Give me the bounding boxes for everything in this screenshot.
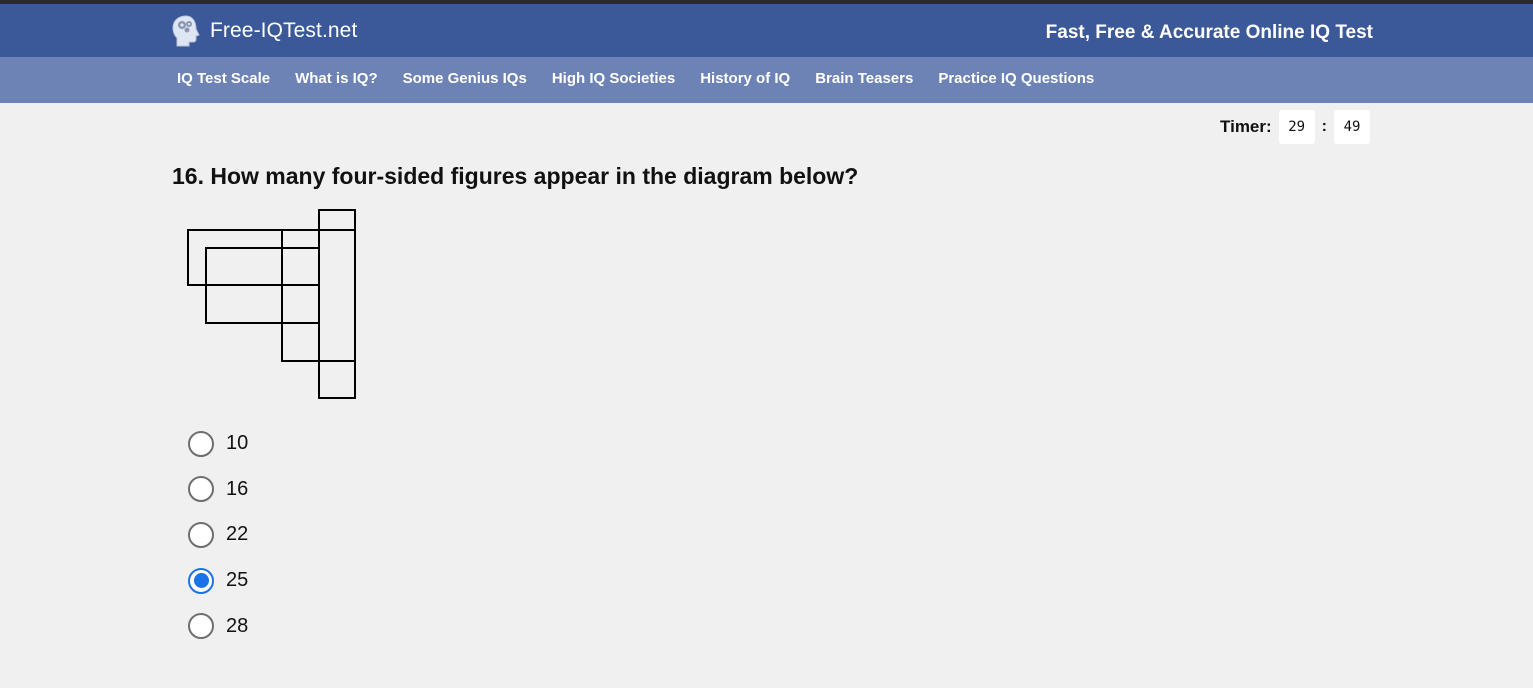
answer-option[interactable]: 28 <box>188 603 248 649</box>
question-text: 16. How many four-sided figures appear i… <box>172 163 859 189</box>
answer-option-label: 25 <box>226 569 249 592</box>
site-tagline: Fast, Free & Accurate Online IQ Test <box>1045 22 1373 43</box>
answer-option[interactable]: 22 <box>188 512 248 558</box>
answer-options: 10 16 22 25 28 <box>188 421 248 649</box>
nav-list: IQ Test Scale What is IQ? Some Genius IQ… <box>177 70 1094 87</box>
radio-button[interactable] <box>188 613 214 640</box>
radio-button[interactable] <box>188 567 214 594</box>
answer-option[interactable]: 10 <box>188 421 248 467</box>
radio-button[interactable] <box>188 430 214 457</box>
radio-button[interactable] <box>188 476 214 503</box>
nav-item-what-is-iq[interactable]: What is IQ? <box>295 70 378 87</box>
timer-minutes: 29 <box>1278 110 1315 144</box>
timer-separator: : <box>1321 118 1327 135</box>
answer-option-label: 10 <box>226 432 249 455</box>
nav-item-brain-teasers[interactable]: Brain Teasers <box>815 70 913 87</box>
four-sided-figures-diagram <box>187 209 356 399</box>
brain-head-icon <box>172 15 200 47</box>
main-nav: IQ Test Scale What is IQ? Some Genius IQ… <box>0 57 1533 103</box>
radio-button[interactable] <box>188 521 214 548</box>
site-logo-link[interactable]: Free-IQTest.net <box>172 13 357 49</box>
answer-option-label: 22 <box>226 523 249 546</box>
nav-item-practice-iq-questions[interactable]: Practice IQ Questions <box>938 70 1094 87</box>
answer-option-label: 16 <box>226 477 249 500</box>
nav-item-history-of-iq[interactable]: History of IQ <box>700 70 790 87</box>
nav-item-high-iq-societies[interactable]: High IQ Societies <box>552 70 675 87</box>
answer-option-label: 28 <box>226 614 249 637</box>
timer-label: Timer: <box>1220 117 1272 136</box>
answer-option[interactable]: 16 <box>188 467 248 513</box>
countdown-timer: Timer: 29 : 49 <box>1220 110 1370 144</box>
timer-seconds: 49 <box>1334 110 1370 144</box>
nav-item-iq-test-scale[interactable]: IQ Test Scale <box>177 70 270 87</box>
nav-item-some-genius-iqs[interactable]: Some Genius IQs <box>403 70 527 87</box>
logo-text: Free-IQTest.net <box>210 19 358 42</box>
site-header: Free-IQTest.net Fast, Free & Accurate On… <box>0 4 1533 57</box>
answer-option[interactable]: 25 <box>188 558 248 604</box>
